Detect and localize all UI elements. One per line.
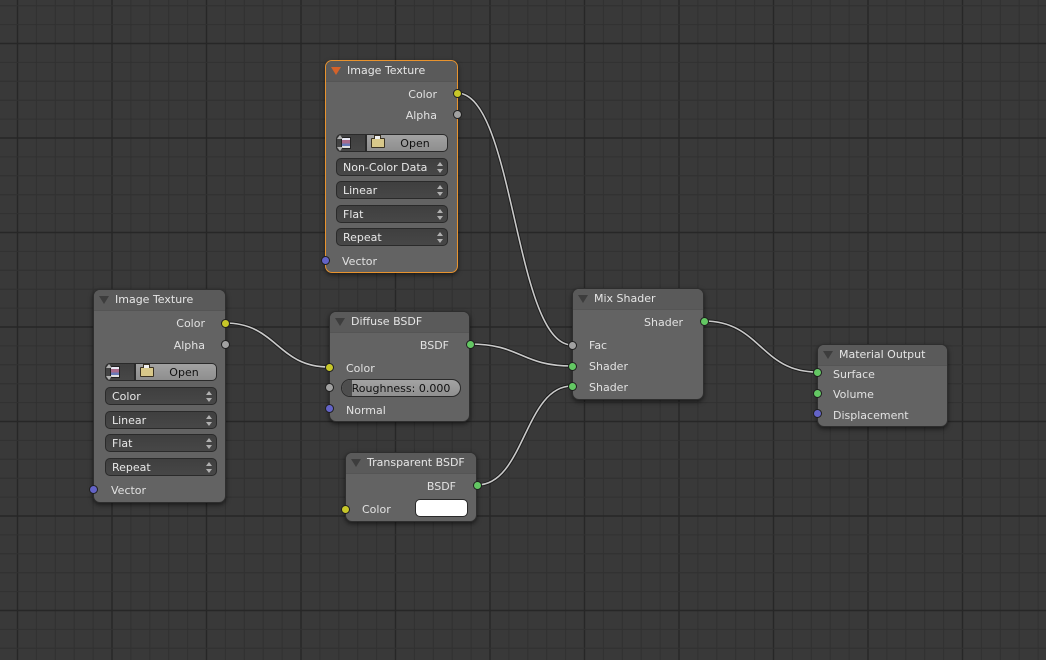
- output-label-alpha: Alpha: [173, 339, 205, 352]
- open-image-button[interactable]: Open: [366, 134, 448, 152]
- input-label-color: Color: [362, 503, 391, 516]
- node-header[interactable]: Material Output: [818, 345, 947, 366]
- input-label-vector: Vector: [111, 484, 147, 497]
- input-label-shader-1: Shader: [589, 360, 628, 373]
- socket-output-shader[interactable]: [699, 316, 709, 326]
- output-label-color: Color: [408, 88, 437, 101]
- image-browse-button[interactable]: [105, 363, 135, 381]
- extension-select[interactable]: Repeat: [336, 228, 448, 246]
- node-title: Image Texture: [115, 293, 194, 306]
- socket-input-fac[interactable]: [567, 340, 577, 350]
- collapse-triangle-icon[interactable]: [578, 295, 588, 303]
- node-header[interactable]: Mix Shader: [573, 289, 703, 310]
- collapse-triangle-icon[interactable]: [99, 296, 109, 304]
- output-label-shader: Shader: [644, 316, 683, 329]
- updown-arrows-icon: [437, 162, 443, 173]
- socket-output-color[interactable]: [452, 88, 462, 98]
- output-label-color: Color: [176, 317, 205, 330]
- input-label-volume: Volume: [833, 388, 874, 401]
- socket-input-displacement[interactable]: [812, 408, 822, 418]
- collapse-triangle-icon[interactable]: [351, 459, 361, 467]
- node-transparent-bsdf[interactable]: Transparent BSDF BSDF Color: [345, 452, 477, 522]
- node-title: Image Texture: [347, 64, 426, 77]
- socket-input-vector[interactable]: [88, 484, 98, 494]
- input-label-normal: Normal: [346, 404, 386, 417]
- projection-select[interactable]: Flat: [336, 205, 448, 223]
- roughness-slider[interactable]: Roughness: 0.000: [341, 379, 461, 397]
- node-image-texture-left[interactable]: Image Texture Color Alpha Open Color Lin…: [93, 289, 226, 503]
- socket-output-color[interactable]: [220, 318, 230, 328]
- node-title: Material Output: [839, 348, 926, 361]
- output-label-bsdf: BSDF: [419, 339, 449, 352]
- open-image-button[interactable]: Open: [135, 363, 217, 381]
- color-space-select[interactable]: Color: [105, 387, 217, 405]
- updown-arrows-icon: [437, 209, 443, 220]
- extension-select[interactable]: Repeat: [105, 458, 217, 476]
- collapse-triangle-icon[interactable]: [331, 67, 341, 75]
- color-space-select[interactable]: Non-Color Data: [336, 158, 448, 176]
- updown-arrows-icon: [206, 415, 212, 426]
- socket-output-alpha[interactable]: [220, 339, 230, 349]
- socket-output-bsdf[interactable]: [472, 480, 482, 490]
- image-browse-button[interactable]: [336, 134, 366, 152]
- input-label-displacement: Displacement: [833, 409, 909, 422]
- node-diffuse-bsdf[interactable]: Diffuse BSDF BSDF Color Roughness: 0.000…: [329, 311, 470, 422]
- projection-select[interactable]: Flat: [105, 434, 217, 452]
- socket-output-alpha[interactable]: [452, 109, 462, 119]
- updown-arrows-icon: [437, 185, 443, 196]
- collapse-triangle-icon[interactable]: [335, 318, 345, 326]
- node-header[interactable]: Image Texture: [94, 290, 225, 311]
- socket-input-shader-1[interactable]: [567, 361, 577, 371]
- node-title: Diffuse BSDF: [351, 315, 423, 328]
- output-label-alpha: Alpha: [405, 109, 437, 122]
- socket-input-normal[interactable]: [324, 403, 334, 413]
- node-title: Transparent BSDF: [367, 456, 465, 469]
- updown-arrows-icon: [206, 438, 212, 449]
- node-header[interactable]: Transparent BSDF: [346, 453, 476, 474]
- node-mix-shader[interactable]: Mix Shader Shader Fac Shader Shader: [572, 288, 704, 400]
- socket-output-bsdf[interactable]: [465, 339, 475, 349]
- updown-arrows-icon: [206, 391, 212, 402]
- updown-arrows-icon: [206, 462, 212, 473]
- node-image-texture-top[interactable]: Image Texture Color Alpha Open Non-Color…: [325, 60, 458, 273]
- socket-input-volume[interactable]: [812, 388, 822, 398]
- input-label-vector: Vector: [342, 255, 378, 268]
- socket-input-shader-2[interactable]: [567, 381, 577, 391]
- updown-arrows-icon: [437, 232, 443, 243]
- input-label-shader-2: Shader: [589, 381, 628, 394]
- input-label-surface: Surface: [833, 368, 875, 381]
- interpolation-select[interactable]: Linear: [336, 181, 448, 199]
- socket-input-roughness[interactable]: [324, 382, 334, 392]
- socket-input-color[interactable]: [340, 504, 350, 514]
- node-material-output[interactable]: Material Output Surface Volume Displacem…: [817, 344, 948, 427]
- node-title: Mix Shader: [594, 292, 656, 305]
- interpolation-select[interactable]: Linear: [105, 411, 217, 429]
- input-label-fac: Fac: [589, 339, 608, 352]
- output-label-bsdf: BSDF: [426, 480, 456, 493]
- socket-input-vector[interactable]: [320, 255, 330, 265]
- color-swatch[interactable]: [415, 499, 468, 517]
- input-label-color: Color: [346, 362, 375, 375]
- socket-input-surface[interactable]: [812, 367, 822, 377]
- node-header[interactable]: Image Texture: [326, 61, 457, 82]
- node-header[interactable]: Diffuse BSDF: [330, 312, 469, 333]
- socket-input-color[interactable]: [324, 362, 334, 372]
- collapse-triangle-icon[interactable]: [823, 351, 833, 359]
